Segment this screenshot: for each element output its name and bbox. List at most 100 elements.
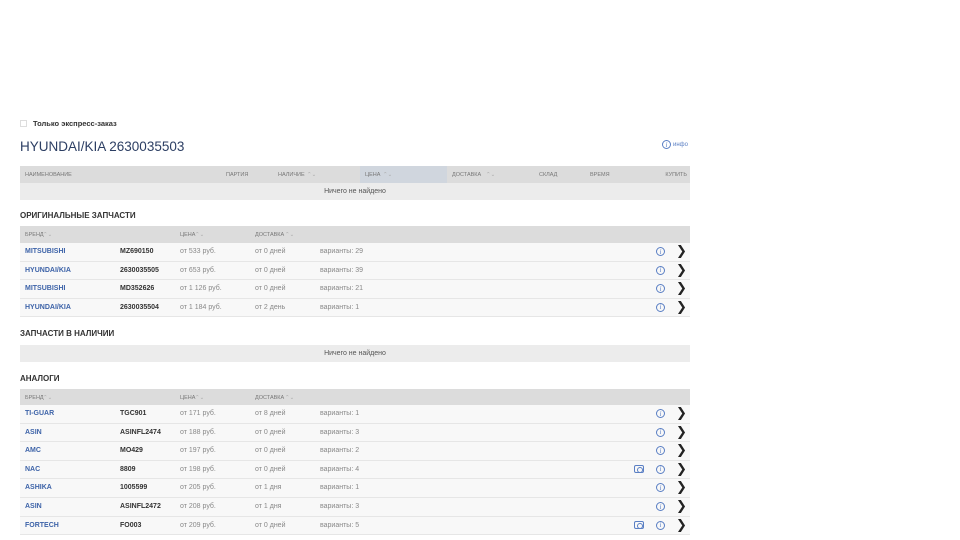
chevron-right-icon[interactable]: ❯: [676, 518, 687, 533]
chevron-right-icon[interactable]: ❯: [676, 244, 687, 259]
main-table-empty: Ничего не найдено: [20, 183, 690, 200]
delivery: от 0 дней: [255, 266, 286, 274]
col-warehouse: Склад: [539, 172, 558, 178]
article-number: MD352626: [120, 285, 155, 293]
col-stock[interactable]: Наличие: [278, 172, 305, 178]
sort-icon[interactable]: ⌃⌄: [195, 395, 204, 401]
info-icon[interactable]: i: [656, 247, 665, 256]
table-row[interactable]: ASHIKA 1005599 от 205 руб. от 1 дня вари…: [20, 479, 690, 498]
table-row[interactable]: FORTECH FO003 от 209 руб. от 0 дней вари…: [20, 516, 690, 536]
brand-link[interactable]: NAC: [25, 466, 40, 473]
info-icon[interactable]: i: [656, 409, 665, 418]
chevron-right-icon[interactable]: ❯: [676, 406, 687, 421]
info-icon[interactable]: i: [656, 265, 665, 275]
price: от 197 руб.: [180, 447, 216, 455]
sort-icon[interactable]: ⌃⌄: [195, 232, 204, 238]
brand-link[interactable]: TI-GUAR: [25, 410, 54, 417]
delivery: от 8 дней: [255, 410, 286, 417]
delivery: от 0 дней: [255, 428, 286, 436]
article-number: TGC901: [120, 410, 147, 417]
chevron-right-icon[interactable]: ❯: [676, 300, 687, 315]
info-icon[interactable]: i: [656, 502, 665, 511]
chevron-right-icon[interactable]: ❯: [676, 480, 687, 495]
table-row[interactable]: AMC MO429 от 197 руб. от 0 дней варианты…: [20, 442, 690, 461]
sort-icon[interactable]: ⌃⌄: [285, 395, 294, 401]
col-delivery[interactable]: Доставка: [255, 232, 284, 238]
camera-icon[interactable]: [634, 464, 644, 473]
delivery: от 0 дней: [255, 248, 286, 255]
info-icon[interactable]: i: [656, 284, 665, 294]
table-row[interactable]: NAC 8809 от 198 руб. от 0 дней варианты:…: [20, 460, 690, 480]
article-number: MO429: [120, 447, 143, 455]
col-price[interactable]: Цена: [180, 232, 195, 238]
chevron-right-icon[interactable]: ❯: [676, 499, 687, 514]
price: от 653 руб.: [180, 266, 216, 274]
col-brand[interactable]: Бренд: [25, 395, 44, 401]
table-row[interactable]: MITSUBISHI MD352626 от 1 126 руб. от 0 д…: [20, 280, 690, 299]
info-icon[interactable]: i: [656, 446, 665, 456]
variants: варианты: 29: [320, 248, 364, 255]
sort-icon[interactable]: ⌃⌄: [285, 232, 294, 238]
brand-link[interactable]: AMC: [25, 447, 41, 454]
camera-icon[interactable]: [634, 520, 644, 529]
variants: варианты: 5: [320, 521, 360, 529]
express-order-checkbox[interactable]: Только экспресс-заказ: [20, 119, 117, 128]
brand-link[interactable]: MITSUBISHI: [25, 285, 65, 292]
article-number: 2630035504: [120, 303, 159, 311]
variants: варианты: 3: [320, 428, 360, 436]
main-table-header: Наименование Партия Наличие ⌃⌄ Цена ⌃⌄ Дос…: [20, 166, 690, 183]
sort-icon[interactable]: ⌃⌄: [383, 172, 392, 178]
chevron-right-icon[interactable]: ❯: [676, 443, 687, 458]
brand-link[interactable]: HYUNDAI/KIA: [25, 267, 71, 274]
table-row[interactable]: HYUNDAI/KIA 2630035505 от 653 руб. от 0 …: [20, 261, 690, 281]
brand-link[interactable]: HYUNDAI/KIA: [25, 304, 71, 311]
originals-header: Бренд ⌃⌄ Цена ⌃⌄ Доставка ⌃⌄: [20, 226, 690, 243]
originals-title: ОРИГИНАЛЬНЫЕ ЗАПЧАСТИ: [20, 211, 136, 220]
col-brand[interactable]: Бренд: [25, 232, 44, 238]
brand-link[interactable]: ASHIKA: [25, 484, 52, 491]
variants: варианты: 21: [320, 285, 364, 293]
article-number: ASINFL2474: [120, 428, 161, 436]
variants: варианты: 1: [320, 410, 360, 417]
info-icon[interactable]: i: [656, 483, 665, 493]
table-row[interactable]: HYUNDAI/KIA 2630035504 от 1 184 руб. от …: [20, 298, 690, 318]
variants: варианты: 3: [320, 503, 360, 510]
table-row[interactable]: MITSUBISHI MZ690150 от 533 руб. от 0 дне…: [20, 243, 690, 262]
table-row[interactable]: TI-GUAR TGC901 от 171 руб. от 8 дней вар…: [20, 405, 690, 424]
info-icon[interactable]: i: [656, 302, 665, 312]
variants: варианты: 1: [320, 303, 360, 311]
info-link[interactable]: i инфо: [662, 140, 688, 149]
article-number: FO003: [120, 521, 142, 529]
col-name[interactable]: Наименование: [25, 172, 72, 178]
info-label: инфо: [673, 141, 688, 148]
col-time: Время: [590, 172, 610, 178]
col-delivery[interactable]: Доставка: [255, 395, 284, 401]
table-row[interactable]: ASIN ASINFL2474 от 188 руб. от 0 дней ва…: [20, 423, 690, 443]
price: от 533 руб.: [180, 248, 216, 255]
checkbox[interactable]: [20, 120, 27, 127]
sort-icon[interactable]: ⌃⌄: [307, 172, 316, 178]
chevron-right-icon[interactable]: ❯: [676, 281, 687, 296]
col-delivery[interactable]: Доставка: [452, 172, 481, 178]
sort-icon[interactable]: ⌃⌄: [43, 395, 52, 401]
brand-link[interactable]: ASIN: [25, 503, 42, 510]
brand-link[interactable]: FORTECH: [25, 522, 59, 529]
article-number: ASINFL2472: [120, 503, 161, 510]
sort-icon[interactable]: ⌃⌄: [486, 172, 495, 178]
sort-icon[interactable]: ⌃⌄: [43, 232, 52, 238]
col-price[interactable]: Цена: [180, 395, 195, 401]
info-icon[interactable]: i: [656, 427, 665, 437]
info-icon[interactable]: i: [656, 520, 665, 530]
chevron-right-icon[interactable]: ❯: [676, 263, 687, 278]
col-batch: Партия: [226, 172, 249, 178]
chevron-right-icon[interactable]: ❯: [676, 425, 687, 440]
brand-link[interactable]: MITSUBISHI: [25, 248, 65, 255]
delivery: от 0 дней: [255, 521, 286, 529]
delivery: от 1 дня: [255, 503, 282, 510]
chevron-right-icon[interactable]: ❯: [676, 462, 687, 477]
table-row[interactable]: ASIN ASINFL2472 от 208 руб. от 1 дня вар…: [20, 498, 690, 517]
col-price[interactable]: Цена: [365, 172, 380, 178]
brand-link[interactable]: ASIN: [25, 429, 42, 436]
delivery: от 2 день: [255, 303, 286, 311]
info-icon[interactable]: i: [656, 464, 665, 474]
